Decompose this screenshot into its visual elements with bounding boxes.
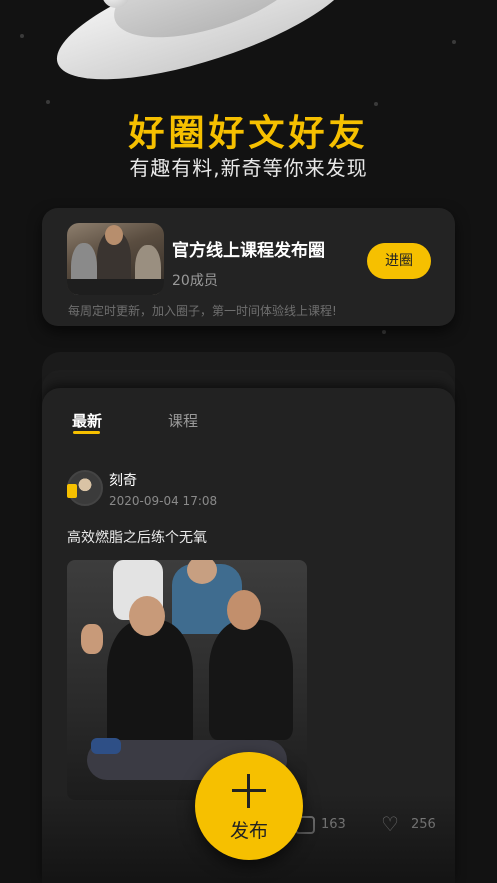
star-decoration <box>382 330 386 334</box>
publish-button[interactable]: 发布 <box>195 752 303 860</box>
circle-title: 官方线上课程发布圈 <box>172 241 325 261</box>
hero-title: 好圈好文好友 <box>128 113 369 154</box>
join-circle-button[interactable]: 进圈 <box>367 243 431 279</box>
publish-label: 发布 <box>229 820 268 842</box>
hero-subtitle: 有趣有料,新奇等你来发现 <box>129 156 368 180</box>
circle-card[interactable]: 官方线上课程发布圈 20成员 每周定时更新，加入圈子，第一时间体验线上课程! 进… <box>42 208 455 326</box>
post-author[interactable]: 刻奇 <box>109 470 137 490</box>
post-text: 高效燃脂之后练个无氧 <box>67 530 207 546</box>
circle-description: 每周定时更新，加入圈子，第一时间体验线上课程! <box>68 304 337 318</box>
circle-member-count: 20成员 <box>172 273 218 289</box>
active-tab-indicator <box>73 431 100 434</box>
star-decoration <box>452 40 456 44</box>
circle-thumbnail <box>67 223 164 295</box>
star-decoration <box>20 34 24 38</box>
plus-icon <box>232 789 266 792</box>
planet-illustration <box>40 0 370 106</box>
tab-courses[interactable]: 课程 <box>168 410 198 431</box>
tab-latest[interactable]: 最新 <box>72 410 102 431</box>
post-timestamp: 2020-09-04 17:08 <box>109 494 218 508</box>
badge-icon <box>67 484 77 498</box>
